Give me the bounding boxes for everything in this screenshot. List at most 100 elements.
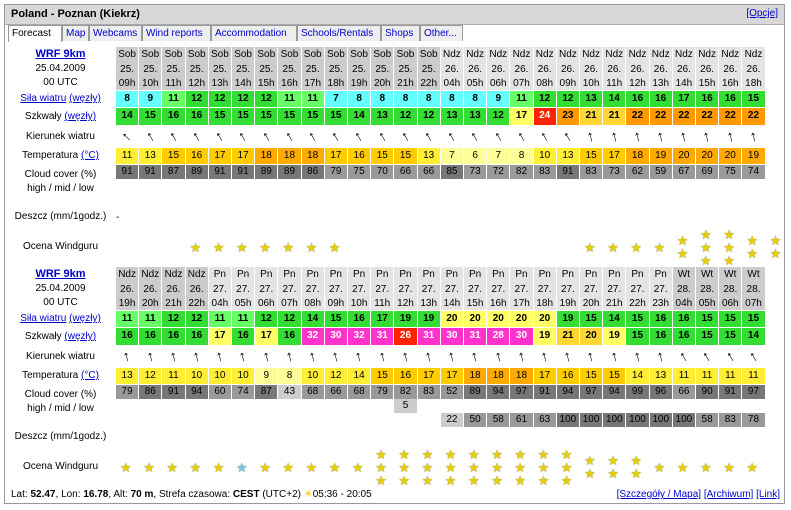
cloud-label: Cloud cover (%): [24, 389, 97, 400]
date-cell: 26.: [580, 62, 603, 76]
run-time: 00 UTC: [43, 297, 78, 308]
cloud-low-cell: 58: [696, 413, 719, 427]
wind-direction-arrow-icon: ↑: [258, 127, 274, 146]
units-link[interactable]: (węzły): [64, 331, 96, 342]
temperature-cell: 10: [301, 368, 324, 384]
wind-direction-arrow-icon: ↑: [306, 347, 319, 366]
cloud-high-cell: 59: [649, 165, 672, 179]
cloud-high-cell: 72: [487, 165, 510, 179]
hour-cell: 19h: [116, 296, 139, 310]
temp-unit-link[interactable]: (°C): [81, 370, 99, 381]
run-date: 25.04.2009: [35, 63, 86, 74]
day-cell: Pn: [556, 267, 579, 282]
temperature-cell: 11: [162, 368, 185, 384]
cloud-mid-cell: [487, 179, 509, 193]
day-cell: Pn: [510, 267, 533, 282]
gust-cell: 14: [116, 108, 139, 125]
tab-forecast[interactable]: Forecast: [8, 25, 62, 42]
units-link[interactable]: (węzły): [69, 93, 101, 104]
cloud-low-cell: [348, 413, 370, 427]
temperature-label: Temperatura (°C): [5, 368, 116, 384]
units-link[interactable]: (węzły): [69, 313, 101, 324]
temperature-cell: 18: [487, 368, 510, 384]
wind-direction-arrow-icon: ↑: [585, 347, 597, 366]
cloud-mid-cell: [116, 399, 138, 413]
cloud-high-cell: 62: [626, 165, 649, 179]
rating-star-icon: ★: [398, 446, 411, 462]
rating-star-icon: ★: [607, 466, 619, 481]
tab-wind-reports[interactable]: Wind reports: [142, 25, 211, 41]
rain-cell: [348, 431, 370, 445]
date-cell: 25.: [116, 62, 139, 76]
cloud-mid-cell: [510, 179, 532, 193]
date-cell: 27.: [626, 282, 649, 296]
rain-cell: -: [116, 212, 120, 223]
cloud-high-cell: 74: [742, 165, 765, 179]
tab-map[interactable]: Map: [62, 25, 89, 41]
hour-cell: 13h: [649, 76, 672, 90]
date-cell: 26.: [533, 62, 556, 76]
model-link[interactable]: WRF 9km: [5, 267, 116, 282]
day-cell: Pn: [371, 267, 394, 282]
rating-star-icon: ★: [491, 446, 503, 462]
rating-star-icon: ★: [514, 459, 527, 475]
temp-unit-link[interactable]: (°C): [81, 150, 99, 161]
footer: Lat: 52.47, Lon: 16.78, Alt: 70 m, Stref…: [5, 487, 784, 503]
wind-direction-arrow-icon: ↑: [260, 347, 272, 366]
wind-cell: 11: [139, 311, 162, 327]
options-link[interactable]: [Opcje]: [746, 8, 778, 19]
wind-direction-arrow-icon: ↑: [165, 127, 181, 146]
day-cell: Pn: [580, 267, 603, 282]
cloud-sub-label: high / mid / low: [27, 183, 94, 194]
cloud-mid-cell: [696, 179, 718, 193]
wind-cell: 8: [348, 91, 371, 107]
cloud-mid-cell: [232, 399, 254, 413]
units-link[interactable]: (węzły): [64, 111, 96, 122]
wind-direction-arrow-icon: ↑: [167, 347, 180, 366]
archive-link[interactable]: [Archiwum]: [704, 489, 753, 500]
hour-cell: 16h: [278, 76, 301, 90]
rain-cell: [371, 431, 393, 445]
hour-cell: 05h: [696, 296, 719, 310]
wind-speed-link[interactable]: Siła wiatru: [20, 313, 66, 324]
temperature-cell: 11: [116, 148, 139, 164]
cloud-high-cell: 73: [603, 165, 626, 179]
hour-cell: 13h: [208, 76, 231, 90]
tab-webcams[interactable]: Webcams: [89, 25, 142, 41]
wind-speed-link[interactable]: Siła wiatru: [20, 93, 66, 104]
timezone-offset: (UTC+2): [262, 489, 301, 500]
cloud-high-cell: 66: [394, 165, 417, 179]
temperature-cell: 15: [394, 148, 417, 164]
date-cell: 26.: [649, 62, 672, 76]
link-link[interactable]: [Link]: [756, 489, 780, 500]
hour-cell: 11h: [371, 296, 394, 310]
temperature-cell: 12: [139, 368, 162, 384]
date-cell: 27.: [371, 282, 394, 296]
day-cell: Pn: [533, 267, 556, 282]
day-cell: Wt: [719, 267, 742, 282]
cloud-low-cell: [116, 193, 138, 207]
model-link[interactable]: WRF 9km: [5, 47, 116, 62]
tab-shops[interactable]: Shops: [381, 25, 420, 41]
rain-cell: [464, 211, 486, 225]
details-map-link[interactable]: [Szczegóły / Mapa]: [617, 489, 701, 500]
wind-cell: 12: [185, 91, 208, 107]
temperature-cell: 15: [162, 148, 185, 164]
wind-direction-arrow-icon: ↑: [722, 347, 738, 366]
tab-schools-rentals[interactable]: Schools/Rentals: [297, 25, 381, 41]
cloud-low-cell: [418, 193, 440, 207]
rain-cell: [557, 211, 579, 225]
day-cell: Ndz: [603, 47, 626, 62]
day-cell: Ndz: [464, 47, 487, 62]
tab-other[interactable]: Other...: [420, 25, 463, 41]
tab-accommodation[interactable]: Accommodation: [211, 25, 297, 41]
temperature-cell: 7: [440, 148, 463, 164]
temperature-cell: 14: [626, 368, 649, 384]
temperature-cell: 13: [417, 148, 440, 164]
cloud-high-cell: 99: [626, 385, 649, 399]
rain-cell: [418, 211, 440, 225]
rating-star-icon: ★: [537, 472, 550, 488]
temperature-cell: 8: [510, 148, 533, 164]
temperature-cell: 20: [696, 148, 719, 164]
rating-star-icon: ★: [630, 466, 643, 481]
